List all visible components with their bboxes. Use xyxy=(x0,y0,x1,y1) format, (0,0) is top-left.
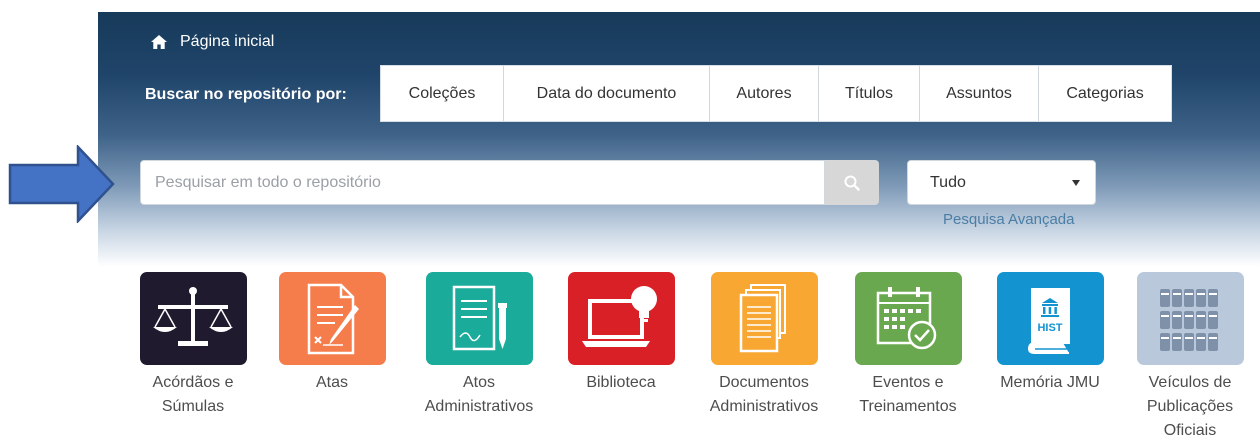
category-label: Administrativos xyxy=(424,398,534,415)
browse-authors-button[interactable]: Autores xyxy=(710,66,819,121)
search-button[interactable] xyxy=(825,160,879,205)
category-label: Documentos xyxy=(719,374,809,391)
category-label: Oficiais xyxy=(1163,422,1217,439)
category-documentos-administrativos[interactable]: Documentos Administrativos xyxy=(689,272,839,419)
category-label: Veículos de xyxy=(1148,374,1232,391)
search-input[interactable] xyxy=(140,160,825,205)
scales-icon xyxy=(139,272,247,365)
home-icon xyxy=(151,35,167,49)
browse-button-group: Coleções Data do documento Autores Títul… xyxy=(380,65,1172,122)
search-icon xyxy=(844,175,860,191)
browse-subjects-button[interactable]: Assuntos xyxy=(920,66,1039,121)
history-book-icon: HIST xyxy=(996,272,1104,365)
browse-collections-button[interactable]: Coleções xyxy=(381,66,504,121)
category-label: Administrativos xyxy=(709,398,819,415)
category-atas[interactable]: Atas xyxy=(257,272,407,395)
browse-date-button[interactable]: Data do documento xyxy=(504,66,710,121)
category-label: Memória JMU xyxy=(1000,374,1100,391)
category-label: Súmulas xyxy=(161,398,225,415)
category-acordaos-sumulas[interactable]: Acórdãos e Súmulas xyxy=(118,272,268,419)
advanced-search-link[interactable]: Pesquisa Avançada xyxy=(943,211,1075,228)
laptop-bulb-icon xyxy=(567,272,675,365)
pointer-arrow-icon xyxy=(8,145,115,223)
category-atos-administrativos[interactable]: Atos Administrativos xyxy=(404,272,554,419)
chevron-down-icon xyxy=(1072,179,1080,186)
category-biblioteca[interactable]: Biblioteca xyxy=(546,272,696,395)
category-label: Atas xyxy=(315,374,348,391)
category-veiculos-publicacoes-oficiais[interactable]: Veículos de Publicações Oficiais xyxy=(1115,272,1260,443)
category-label: Treinamentos xyxy=(859,398,957,415)
category-label: Atos xyxy=(462,374,495,391)
browse-label: Buscar no repositório por: xyxy=(145,86,347,103)
signed-document-icon xyxy=(425,272,533,365)
search-scope-value: Tudo xyxy=(930,173,966,191)
category-label: Acórdãos e xyxy=(152,374,234,391)
search-scope-select[interactable]: Tudo xyxy=(907,160,1096,205)
category-label: Biblioteca xyxy=(586,374,656,391)
category-memoria-jmu[interactable]: HIST Memória JMU xyxy=(975,272,1125,395)
category-eventos-treinamentos[interactable]: Eventos e Treinamentos xyxy=(833,272,983,419)
browse-titles-button[interactable]: Títulos xyxy=(819,66,920,121)
home-link-label: Página inicial xyxy=(180,33,275,50)
browse-categories-button[interactable]: Categorias xyxy=(1039,66,1171,121)
home-link[interactable]: Página inicial xyxy=(150,31,274,53)
category-label: Publicações xyxy=(1146,398,1234,415)
category-label: Eventos e xyxy=(872,374,944,391)
calendar-check-icon xyxy=(854,272,962,365)
stacked-documents-icon xyxy=(710,272,818,365)
svg-text:HIST: HIST xyxy=(1037,322,1062,334)
document-pen-icon xyxy=(278,272,386,365)
shelf-binders-icon xyxy=(1136,272,1244,365)
